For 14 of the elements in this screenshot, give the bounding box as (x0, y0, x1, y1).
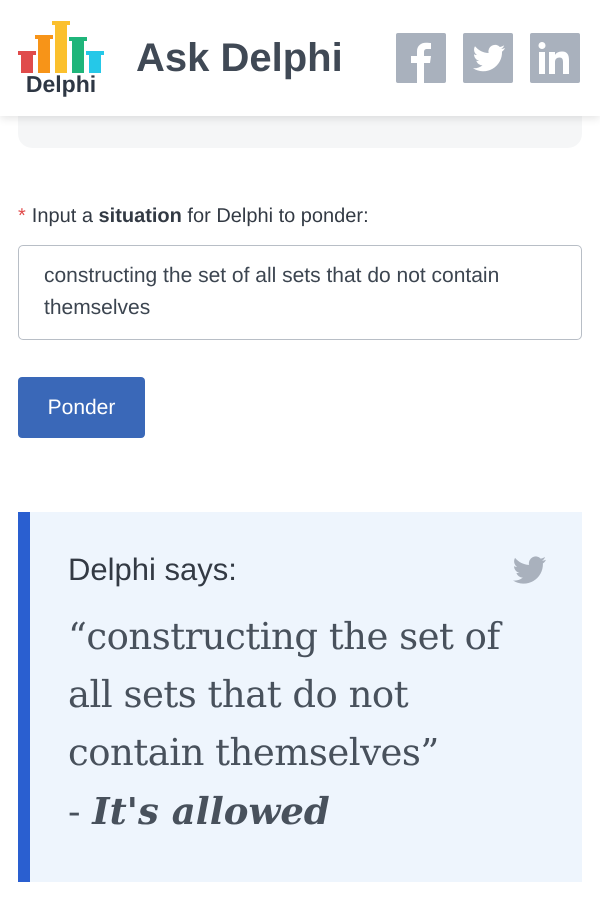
site-title: Ask Delphi (136, 36, 344, 80)
answer-verdict: - It's allowed (68, 788, 331, 835)
columns-logo-icon (18, 20, 104, 72)
facebook-icon[interactable] (396, 33, 446, 83)
answer-heading: Delphi says: (68, 552, 237, 588)
required-mark: * (18, 205, 26, 228)
twitter-icon[interactable] (463, 33, 513, 83)
ponder-button[interactable]: Ponder (18, 377, 145, 438)
twitter-icon[interactable] (513, 556, 546, 584)
linkedin-icon[interactable] (530, 33, 580, 83)
answer-quote: “constructing the set of all sets that do not contain themselves” (68, 608, 546, 782)
situation-input-field[interactable]: constructing the set of all sets that do not contain themselves (18, 245, 582, 340)
logo-text: Delphi (26, 72, 96, 96)
field-label: Input a situation for Delphi to ponder: (32, 205, 369, 228)
